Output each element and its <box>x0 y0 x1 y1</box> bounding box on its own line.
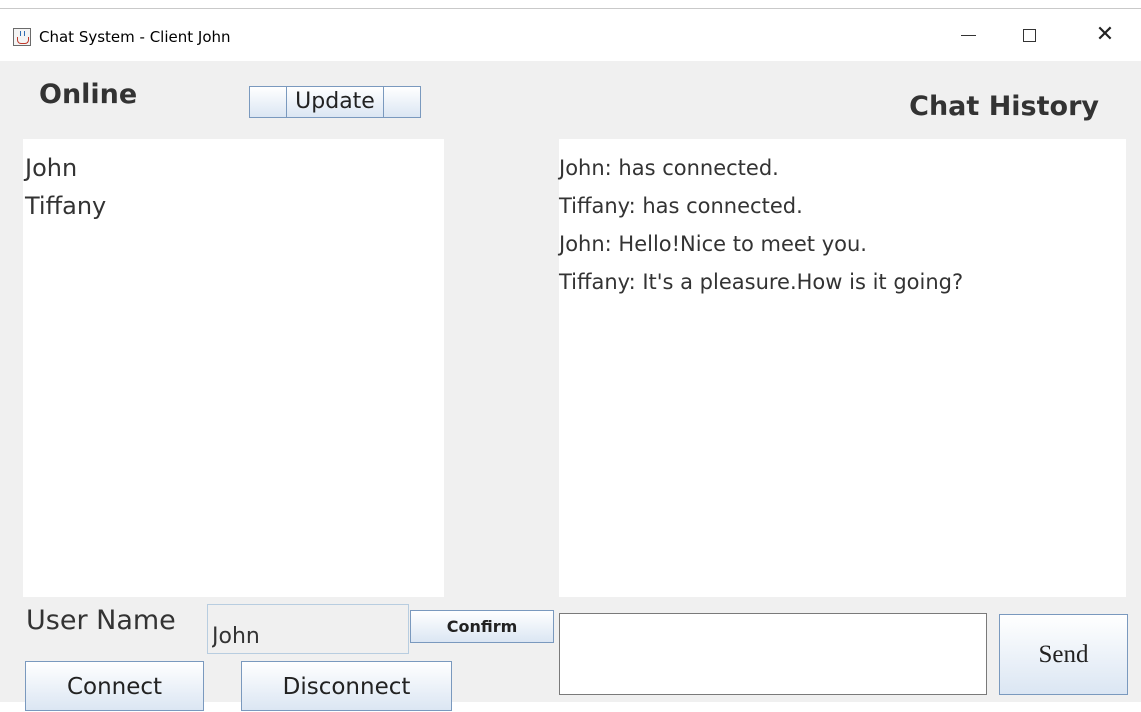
maximize-button[interactable] <box>1007 15 1051 55</box>
chat-history-label: Chat History <box>909 91 1099 122</box>
disconnect-button[interactable]: Disconnect <box>241 661 452 711</box>
app-window: Chat System - Client John ✕ Online Updat… <box>0 8 1141 711</box>
connect-button[interactable]: Connect <box>25 661 204 711</box>
chat-message: Tiffany: It's a pleasure.How is it going… <box>559 270 964 294</box>
message-input[interactable] <box>559 613 987 695</box>
java-cup-icon[interactable] <box>13 28 31 46</box>
chat-history-area[interactable]: John: has connected. Tiffany: has connec… <box>559 139 1126 597</box>
title-bar[interactable]: Chat System - Client John ✕ <box>0 9 1141 61</box>
update-button-label: Update <box>295 89 375 114</box>
user-name-label: User Name <box>26 605 176 636</box>
user-name-field[interactable] <box>207 604 409 654</box>
maximize-icon <box>1022 29 1036 42</box>
send-button[interactable]: Send <box>999 614 1128 695</box>
online-users-list[interactable]: John Tiffany <box>23 139 444 597</box>
button-divider <box>383 87 384 117</box>
update-button[interactable]: Update <box>249 86 421 118</box>
list-item[interactable]: Tiffany <box>25 187 444 225</box>
confirm-button[interactable]: Confirm <box>410 610 554 643</box>
chat-message: Tiffany: has connected. <box>559 194 803 218</box>
button-divider <box>286 87 287 117</box>
minimize-button[interactable] <box>946 15 990 55</box>
minimize-icon <box>960 35 976 36</box>
close-button[interactable]: ✕ <box>1083 15 1127 55</box>
close-icon: ✕ <box>1095 22 1115 47</box>
online-label: Online <box>39 79 138 110</box>
chat-message: John: has connected. <box>559 156 779 180</box>
window-title: Chat System - Client John <box>39 28 231 46</box>
chat-message: John: Hello!Nice to meet you. <box>559 232 867 256</box>
list-item[interactable]: John <box>25 149 444 187</box>
